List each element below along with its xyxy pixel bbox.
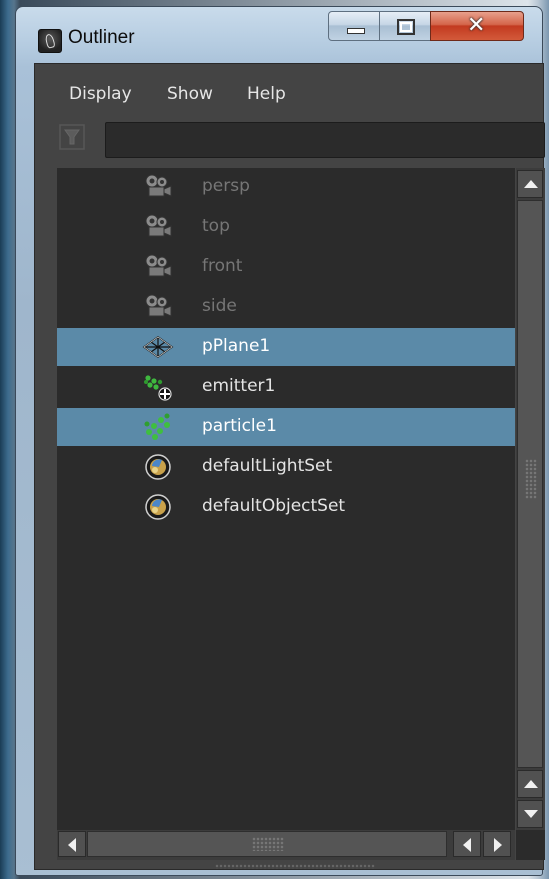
arrow-left-icon xyxy=(68,838,76,852)
list-item[interactable]: front xyxy=(57,248,515,286)
filter-icon[interactable] xyxy=(57,122,87,152)
scrollbar-corner xyxy=(516,830,545,860)
item-label: defaultObjectSet xyxy=(202,496,346,516)
horizontal-scrollbar[interactable] xyxy=(57,830,515,860)
maximize-button[interactable] xyxy=(379,11,431,41)
particle-icon xyxy=(144,413,170,440)
resize-grip-icon[interactable] xyxy=(215,864,375,869)
arrow-down-icon xyxy=(524,810,538,818)
minimize-button[interactable] xyxy=(328,11,380,41)
camera-icon xyxy=(145,214,172,237)
scroll-up-button-lower[interactable] xyxy=(517,770,543,798)
menu-help[interactable]: Help xyxy=(247,84,286,104)
vertical-scroll-thumb[interactable] xyxy=(517,200,543,768)
arrow-left-icon xyxy=(463,838,471,852)
item-label: pPlane1 xyxy=(202,336,271,356)
list-item[interactable]: pPlane1 xyxy=(57,328,515,366)
item-label: defaultLightSet xyxy=(202,456,333,476)
set-icon xyxy=(145,494,171,520)
set-icon xyxy=(145,454,171,480)
grip-icon xyxy=(525,459,537,499)
filter-input[interactable] xyxy=(105,122,545,158)
grip-icon xyxy=(252,837,284,851)
scroll-up-button[interactable] xyxy=(517,170,543,198)
list-item[interactable]: persp xyxy=(57,168,515,206)
list-item[interactable]: side xyxy=(57,288,515,326)
list-item[interactable]: defaultLightSet xyxy=(57,448,515,486)
camera-icon xyxy=(145,294,172,317)
window-title: Outliner xyxy=(68,27,135,48)
camera-icon xyxy=(145,174,172,197)
outliner-list: persp top front side pPlane1 emitter1 pa… xyxy=(57,168,515,830)
item-label: persp xyxy=(202,176,250,196)
outliner-window: Outliner ✕ Display Show Help persp top f… xyxy=(15,6,545,876)
close-icon: ✕ xyxy=(467,13,486,38)
list-item[interactable]: top xyxy=(57,208,515,246)
close-button[interactable]: ✕ xyxy=(430,11,524,41)
scroll-down-button[interactable] xyxy=(517,800,543,828)
maximize-icon xyxy=(397,19,415,35)
horizontal-scroll-thumb[interactable] xyxy=(87,831,447,857)
menu-bar: Display Show Help xyxy=(35,64,543,114)
vertical-scrollbar[interactable] xyxy=(516,168,545,830)
menu-show[interactable]: Show xyxy=(167,84,213,104)
menu-display[interactable]: Display xyxy=(69,84,132,104)
item-label: particle1 xyxy=(202,416,277,436)
emitter-icon xyxy=(144,375,172,401)
arrow-up-icon xyxy=(524,180,538,188)
list-item[interactable]: particle1 xyxy=(57,408,515,446)
item-label: emitter1 xyxy=(202,376,276,396)
list-item[interactable]: defaultObjectSet xyxy=(57,488,515,526)
arrow-up-icon xyxy=(524,780,538,788)
item-label: top xyxy=(202,216,230,236)
list-item[interactable]: emitter1 xyxy=(57,368,515,406)
scroll-left-button[interactable] xyxy=(58,831,86,857)
maya-app-icon[interactable] xyxy=(38,29,62,53)
arrow-right-icon xyxy=(494,838,502,852)
item-label: side xyxy=(202,296,237,316)
scroll-right-button[interactable] xyxy=(483,831,511,857)
item-label: front xyxy=(202,256,243,276)
minimize-icon xyxy=(347,28,365,34)
outliner-client-area: Display Show Help persp top front side p… xyxy=(34,63,545,870)
camera-icon xyxy=(145,254,172,277)
scroll-left-button-right[interactable] xyxy=(453,831,481,857)
mesh-plane-icon xyxy=(142,336,174,358)
